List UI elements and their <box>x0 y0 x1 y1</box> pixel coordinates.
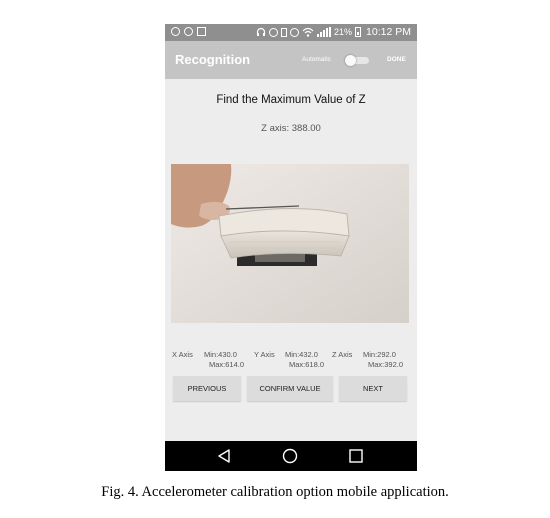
x-axis-max: Max:614.0 <box>209 360 245 369</box>
app-bar: Recognition Automatic DONE <box>165 41 417 79</box>
phone-screen: 21% 10:12 PM Recognition Automatic DONE … <box>165 24 417 471</box>
status-bar: 21% 10:12 PM <box>165 24 417 41</box>
bluetooth-icon <box>269 27 279 37</box>
z-axis-readout: Z axis: 388.00 <box>261 123 321 134</box>
back-icon[interactable] <box>216 448 232 464</box>
spotify-icon <box>171 27 180 36</box>
wifi-icon <box>302 27 314 37</box>
y-axis-label: Y Axis <box>254 350 275 359</box>
z-axis-max: Max:392.0 <box>368 360 404 369</box>
vibrate-icon <box>281 27 288 37</box>
next-button[interactable]: NEXT <box>339 376 407 401</box>
headphones-icon <box>256 27 266 36</box>
home-icon[interactable] <box>282 448 298 464</box>
x-axis-min: Min:430.0 <box>204 350 237 359</box>
notification-icons <box>171 27 206 36</box>
recents-icon[interactable] <box>348 448 364 464</box>
axis-range-summary: X Axis Min:430.0 Max:614.0 Y Axis Min:43… <box>172 350 412 372</box>
y-axis-max: Max:618.0 <box>289 360 325 369</box>
navigation-bar <box>165 441 417 471</box>
z-axis-min: Min:292.0 <box>363 350 396 359</box>
system-icons: 21% 10:12 PM <box>256 26 411 38</box>
image-icon <box>197 27 206 36</box>
toggle-knob <box>345 55 356 66</box>
automatic-toggle[interactable] <box>345 55 371 66</box>
battery-icon <box>355 27 362 37</box>
whatsapp-icon <box>184 27 193 36</box>
previous-button[interactable]: PREVIOUS <box>173 376 241 401</box>
x-axis-label: X Axis <box>172 350 193 359</box>
confirm-value-button[interactable]: CONFIRM VALUE <box>247 376 333 401</box>
clock: 10:12 PM <box>366 26 411 38</box>
instruction-heading: Find the Maximum Value of Z <box>216 94 366 106</box>
automatic-label: Automatic <box>302 56 331 63</box>
z-axis-label: Z Axis <box>332 350 353 359</box>
figure-caption: Fig. 4. Accelerometer calibration option… <box>101 484 449 500</box>
battery-percent: 21% <box>334 27 353 37</box>
alarm-icon <box>290 27 300 37</box>
page-title: Recognition <box>175 52 251 67</box>
y-axis-min: Min:432.0 <box>285 350 318 359</box>
signal-icon <box>317 27 332 37</box>
sensor-photo <box>171 164 409 323</box>
done-button[interactable]: DONE <box>387 56 406 63</box>
